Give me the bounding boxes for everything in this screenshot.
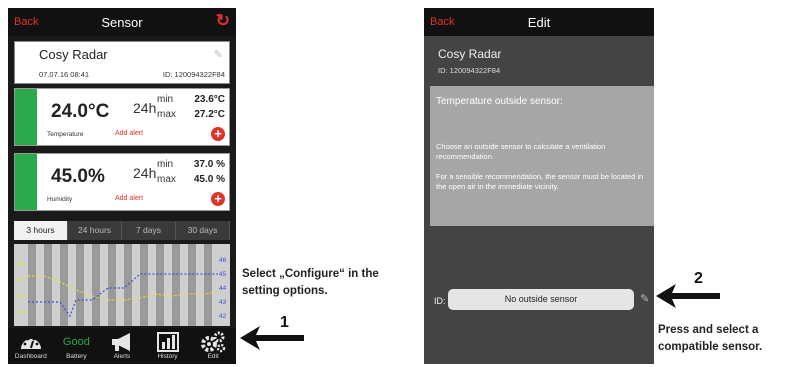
page-title: Sensor xyxy=(101,15,143,30)
dashboard-gauge-icon xyxy=(8,331,54,353)
right-tick: 44 xyxy=(219,285,227,292)
humidity-value: 45.0% xyxy=(51,166,105,187)
min-value: 37.0 % xyxy=(193,159,225,170)
nav-label: Dashboard xyxy=(14,353,47,360)
add-alert-link[interactable]: Add alert xyxy=(115,195,143,202)
nav-battery[interactable]: Good Battery xyxy=(54,328,100,364)
temperature-label: Temperature xyxy=(47,131,84,138)
max-label: max xyxy=(157,109,176,120)
min-label: min xyxy=(157,94,174,105)
min-value: 23.6°C xyxy=(194,94,225,105)
device-name: Cosy Radar xyxy=(438,47,502,61)
panel-note: For a sensible recommendation, the senso… xyxy=(436,172,644,191)
nav-label: Alerts xyxy=(113,353,131,360)
nav-dashboard[interactable]: Dashboard xyxy=(8,328,54,364)
page-title: Edit xyxy=(527,15,551,30)
outside-sensor-panel: Temperature outside sensor: Choose an ou… xyxy=(430,86,654,226)
outside-sensor-select[interactable]: No outside sensor xyxy=(448,289,634,310)
sensor-header: Back Sensor ↻ xyxy=(8,8,236,36)
right-tick: 45 xyxy=(219,271,227,278)
status-bar xyxy=(15,89,37,145)
range-tabs: 3 hours 24 hours 7 days 30 days xyxy=(14,221,230,240)
status-bar xyxy=(15,154,37,210)
arrow-left-icon xyxy=(240,326,304,350)
chart-stripes xyxy=(28,244,212,326)
max-label: max xyxy=(157,174,176,185)
arrow-left-icon xyxy=(656,284,720,308)
left-tick: 25 xyxy=(17,277,25,284)
edit-screen: Back Edit Cosy Radar ID: 120094322F84 Te… xyxy=(424,8,654,364)
nav-label: Battery xyxy=(66,353,87,360)
panel-title: Temperature outside sensor: xyxy=(436,96,563,107)
device-id: ID: 120094322F84 xyxy=(438,66,501,75)
caption-1: Select „Configure“ in the setting option… xyxy=(242,268,379,297)
nav-label: History xyxy=(157,353,178,360)
device-card[interactable]: Cosy Radar 07.07.16 08:41 ID: 120094322F… xyxy=(14,41,230,84)
left-ticks: 26 25 24 23 xyxy=(17,261,25,316)
sensor-screen: Back Sensor ↻ Cosy Radar 07.07.16 08:41 … xyxy=(8,8,236,364)
caption-2: Press and select a compatible sensor. xyxy=(658,324,763,353)
max-value: 27.2°C xyxy=(194,109,225,120)
history-chart: 26 25 24 23 46 45 44 43 42 xyxy=(14,244,230,326)
tab-7-days[interactable]: 7 days xyxy=(122,221,176,240)
temperature-value: 24.0°C xyxy=(51,101,110,122)
nav-edit[interactable]: Edit xyxy=(190,328,236,364)
device-timestamp: 07.07.16 08:41 xyxy=(39,70,90,79)
min-label: min xyxy=(157,159,174,170)
refresh-icon[interactable]: ↻ xyxy=(216,11,230,31)
edit-header: Back Edit xyxy=(424,8,654,36)
battery-status: Good xyxy=(62,336,90,348)
nav-history[interactable]: History xyxy=(145,328,191,364)
humidity-label: Humidity xyxy=(47,196,73,203)
plus-icon[interactable]: + xyxy=(211,127,225,141)
right-ticks: 46 45 44 43 42 xyxy=(219,257,227,320)
tab-24-hours[interactable]: 24 hours xyxy=(68,221,122,240)
device-name: Cosy Radar xyxy=(39,47,108,62)
nav-label: Edit xyxy=(207,353,219,360)
left-tick: 24 xyxy=(17,293,25,300)
max-value: 45.0 % xyxy=(193,174,225,185)
pencil-icon[interactable]: ✎ xyxy=(214,48,223,61)
period-label: 24h xyxy=(133,165,157,181)
id-label: ID: xyxy=(434,296,446,306)
tab-30-days[interactable]: 30 days xyxy=(176,221,230,240)
bottom-nav: Dashboard Good Battery Alerts History Ed… xyxy=(8,328,236,364)
right-tick: 43 xyxy=(219,299,227,306)
temperature-card[interactable]: 24.0°C 24h min max 23.6°C 27.2°C Tempera… xyxy=(14,88,230,146)
bar-chart-icon xyxy=(145,331,191,353)
right-tick: 42 xyxy=(219,313,227,320)
device-id: ID: 120094322F84 xyxy=(162,70,225,79)
megaphone-icon xyxy=(99,331,145,353)
gears-icon xyxy=(190,331,236,353)
plus-icon[interactable]: + xyxy=(211,192,225,206)
left-tick: 23 xyxy=(17,309,25,316)
humidity-card[interactable]: 45.0% 24h min max 37.0 % 45.0 % Humidity… xyxy=(14,153,230,211)
period-label: 24h xyxy=(133,100,157,116)
add-alert-link[interactable]: Add alert xyxy=(115,130,143,137)
right-tick: 46 xyxy=(219,257,227,264)
left-tick: 26 xyxy=(17,261,25,268)
history-chart-svg: 26 25 24 23 46 45 44 43 42 xyxy=(17,244,227,326)
nav-alerts[interactable]: Alerts xyxy=(99,328,145,364)
pencil-icon[interactable]: ✎ xyxy=(640,292,649,305)
tab-3-hours[interactable]: 3 hours xyxy=(14,221,68,240)
panel-description: Choose an outside sensor to calculate a … xyxy=(436,142,606,161)
